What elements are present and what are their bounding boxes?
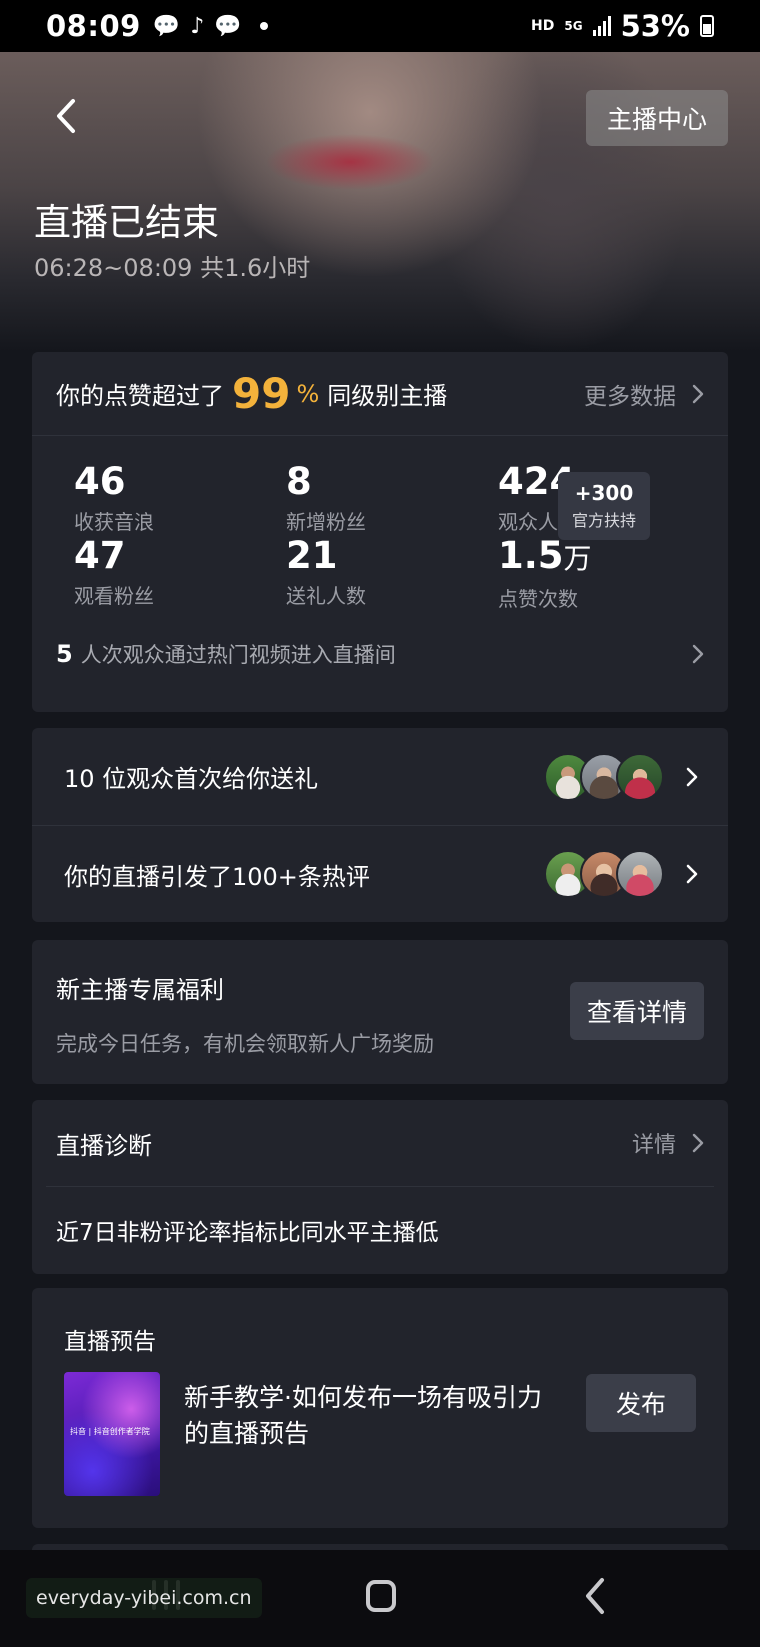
stat-label: 送礼人数 [286, 584, 366, 608]
stat-value: 47 [74, 534, 126, 577]
hot-comments-text: 你的直播引发了100+条热评 [64, 862, 370, 891]
diagnosis-details-label: 详情 [631, 1133, 676, 1158]
more-notifications-dot-icon [259, 22, 268, 30]
preview-title: 直播预告 [64, 1329, 156, 1355]
benefit-subtitle: 完成今日任务，有机会领取新人广场奖励 [56, 1032, 434, 1056]
stream-duration: 06:28~08:09 共1.6小时 [34, 254, 311, 282]
stat-value: 21 [286, 534, 338, 577]
publish-button[interactable]: 发布 [586, 1374, 696, 1432]
bonus-label: 官方扶持 [571, 511, 636, 530]
likes-ranking-row[interactable]: 你的点赞超过了 99 % 同级别主播 更多数据 [32, 352, 728, 436]
stat-value-unit: 万 [563, 542, 592, 575]
status-time: 08:09 [46, 9, 141, 43]
chevron-right-icon [692, 1133, 704, 1153]
thumbnail-caption: 抖音 | 抖音创作者学院 [70, 1427, 150, 1436]
wechat-icon: 💬 [152, 13, 181, 39]
stat-value: 8 [286, 460, 312, 503]
chevron-right-icon [692, 644, 704, 664]
back-nav-icon[interactable] [580, 1576, 610, 1616]
stat-value: 1.5万 [498, 536, 592, 579]
stat-value: 46 [74, 460, 126, 503]
audience-highlights-card: 10 位观众首次给你送礼 你的直播引发了100+条热评 [32, 728, 728, 922]
avatar-stack [544, 752, 664, 801]
stat-label: 观看粉丝 [74, 584, 154, 608]
first-gift-row[interactable]: 10 位观众首次给你送礼 [32, 728, 728, 825]
hd-indicator: HD [531, 18, 555, 34]
watermark: everyday-yibei.com.cn [26, 1578, 262, 1618]
diagnosis-details-link[interactable]: 详情 [632, 1127, 704, 1159]
more-data-link[interactable]: 更多数据 [584, 377, 704, 411]
likes-suffix: 同级别主播 [327, 382, 448, 410]
back-button[interactable] [48, 92, 84, 140]
bonus-value: +300 [574, 481, 634, 505]
chevron-right-icon [686, 767, 698, 786]
avatar-stack [544, 850, 664, 898]
notification-icons: 💬 ♪ 💬 [153, 14, 268, 39]
stat-value-number: 1.5 [498, 534, 564, 577]
chevron-right-icon [686, 864, 698, 884]
stream-cover-header: 主播中心 直播已结束 06:28~08:09 共1.6小时 [0, 52, 760, 352]
hot-comments-row[interactable]: 你的直播引发了100+条热评 [32, 825, 728, 922]
stat-label: 点赞次数 [498, 587, 578, 611]
battery-icon [700, 15, 714, 37]
stat-label: 新增粉丝 [286, 510, 366, 534]
preview-thumbnail[interactable]: 抖音 | 抖音创作者学院 [64, 1372, 160, 1496]
diagnosis-title: 直播诊断 [56, 1131, 152, 1160]
new-host-benefit-card: 新主播专属福利 完成今日任务，有机会领取新人广场奖励 查看详情 [32, 940, 728, 1084]
view-details-button[interactable]: 查看详情 [570, 982, 704, 1040]
stream-diagnosis-card: 直播诊断 详情 近7日非粉评论率指标比同水平主播低 [32, 1100, 728, 1274]
hot-video-text: 人次观众通过热门视频进入直播间 [80, 643, 396, 667]
page-title: 直播已结束 [34, 201, 219, 244]
tiktok-icon: ♪ [190, 13, 205, 39]
avatar [616, 752, 664, 801]
stat-likes: 1.5万 点赞次数 [498, 536, 592, 612]
stream-preview-card: 直播预告 抖音 | 抖音创作者学院 新手教学·如何发布一场有吸引力的直播预告 发… [32, 1288, 728, 1528]
diagnosis-header: 直播诊断 详情 [32, 1100, 728, 1186]
host-center-button[interactable]: 主播中心 [586, 90, 728, 146]
likes-percent-sign: % [296, 379, 320, 408]
official-bonus-badge: +300 官方扶持 [558, 472, 650, 540]
status-bar: 08:09 💬 ♪ 💬 HD 5G 53% [0, 0, 760, 52]
benefit-title: 新主播专属福利 [56, 976, 224, 1004]
stat-fan-viewers: 47 观看粉丝 [74, 536, 154, 609]
stat-gift-senders: 21 送礼人数 [286, 536, 366, 609]
stat-label: 收获音浪 [74, 510, 154, 534]
likes-prefix: 你的点赞超过了 [56, 382, 224, 410]
network-5g-indicator: 5G [564, 19, 583, 33]
home-icon[interactable] [366, 1580, 396, 1612]
likes-percent: 99 [232, 369, 291, 418]
first-gift-text: 10 位观众首次给你送礼 [64, 765, 319, 793]
battery-percent: 53% [620, 9, 690, 43]
signal-icon [592, 16, 611, 36]
hot-video-entry-row[interactable]: 5 人次观众通过热门视频进入直播间 [56, 632, 704, 676]
hot-video-count: 5 [56, 640, 73, 668]
stat-sound-waves: 46 收获音浪 [74, 462, 154, 535]
diagnosis-text: 近7日非粉评论率指标比同水平主播低 [56, 1220, 439, 1246]
chevron-right-icon [692, 384, 704, 403]
more-data-label: 更多数据 [584, 383, 676, 410]
chevron-left-icon [57, 99, 75, 133]
avatar [616, 850, 664, 898]
wechat-icon: 💬 [214, 13, 242, 39]
stat-new-fans: 8 新增粉丝 [286, 462, 366, 535]
preview-tutorial-text[interactable]: 新手教学·如何发布一场有吸引力的直播预告 [184, 1380, 564, 1452]
